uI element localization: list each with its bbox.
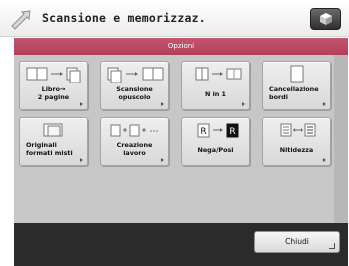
option-sharpness[interactable]: Nitidezza — [262, 117, 331, 166]
screen: Scansione e memorizzaz. Opzioni Libro→ 2 … — [0, 0, 349, 266]
close-button[interactable]: Chiudi — [254, 231, 340, 253]
corner-icon — [329, 243, 335, 249]
booklet-scan-icon — [101, 65, 168, 85]
close-button-label: Chiudi — [285, 237, 309, 246]
more-arrow-icon — [161, 102, 164, 106]
scrollbar[interactable] — [334, 55, 348, 239]
book-to-two-pages-icon — [20, 65, 87, 85]
options-panel: Opzioni Libro→ 2 pagine Scansione opuscolo — [14, 38, 348, 266]
more-arrow-icon — [80, 102, 83, 106]
panel-header: Opzioni — [14, 38, 348, 55]
more-arrow-icon — [161, 158, 164, 162]
option-booklet-scan[interactable]: Scansione opuscolo — [100, 61, 169, 110]
scan-arrow-icon — [11, 10, 31, 30]
option-book-to-two-pages[interactable]: Libro→ 2 pagine — [19, 61, 88, 110]
option-label: N in 1 — [205, 90, 226, 98]
erase-borders-icon — [263, 65, 330, 85]
option-label: Scansione opuscolo — [116, 85, 153, 101]
more-arrow-icon — [323, 158, 326, 162]
more-arrow-icon — [323, 102, 326, 106]
more-arrow-icon — [80, 158, 83, 162]
nega-posi-left-letter: R — [200, 127, 206, 137]
job-build-icon — [101, 121, 168, 141]
status-button[interactable] — [310, 8, 341, 30]
option-nega-posi[interactable]: R R Nega/Posi — [181, 117, 250, 166]
more-arrow-icon — [242, 102, 245, 106]
mixed-originals-icon — [20, 121, 87, 141]
option-job-build[interactable]: Creazione lavoro — [100, 117, 169, 166]
sharpness-icon — [263, 121, 330, 141]
window-title: Scansione e memorizzaz. — [42, 11, 206, 25]
option-label: Nitidezza — [279, 146, 314, 154]
title-bar: Scansione e memorizzaz. — [0, 0, 349, 37]
n-in-1-icon — [182, 65, 249, 85]
option-n-in-1[interactable]: N in 1 — [181, 61, 250, 110]
option-label: Libro→ 2 pagine — [37, 85, 70, 101]
option-mixed-originals[interactable]: Originali formati misti — [19, 117, 88, 166]
footer-bar: Chiudi — [14, 223, 348, 266]
cube-icon — [320, 13, 332, 25]
option-erase-borders[interactable]: Cancellazione bordi — [262, 61, 331, 110]
nega-posi-icon: R R — [182, 121, 249, 141]
option-label: Creazione lavoro — [116, 141, 153, 157]
nega-posi-right-letter: R — [229, 127, 235, 137]
options-grid: Libro→ 2 pagine Scansione opuscolo N in 1 — [19, 61, 333, 176]
option-label: Originali formati misti — [26, 141, 73, 157]
option-label: Cancellazione bordi — [269, 85, 319, 101]
option-label: Nega/Posi — [197, 146, 234, 154]
